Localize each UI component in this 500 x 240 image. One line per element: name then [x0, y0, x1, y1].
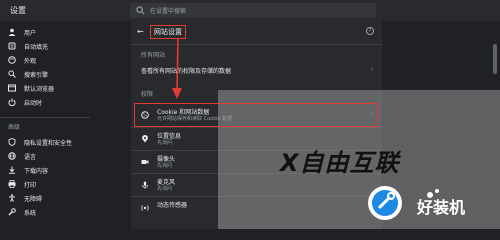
sidebar-item-label: 用户 — [24, 30, 37, 37]
sidebar-section-advanced[interactable]: 高级 — [8, 122, 20, 131]
sidebar-item-label: 自动填充 — [24, 44, 49, 51]
scrollbar-thumb[interactable] — [493, 44, 497, 74]
permission-subtitle: 先询问 — [157, 140, 173, 146]
sidebar-item-label: 下载内容 — [24, 168, 49, 175]
section-permissions: 权限 — [141, 91, 154, 98]
top-bar: 设置 在设置中搜索 — [0, 0, 500, 21]
permission-subtitle: 先询问 — [157, 163, 173, 169]
sidebar-item-label: 启动时 — [24, 100, 43, 107]
download-icon — [9, 166, 15, 174]
watermark-logo: X自由互联 — [280, 149, 400, 177]
sidebar-item-users[interactable]: 用户 — [0, 25, 90, 39]
sidebar-item-search-engine[interactable]: 搜索引擎 — [0, 67, 90, 81]
help-icon[interactable]: ? — [366, 27, 374, 35]
search-icon — [8, 70, 16, 78]
sidebar-item-label: 无障碍 — [24, 196, 43, 203]
search-input[interactable]: 在设置中搜索 — [150, 6, 186, 15]
sensor-icon — [141, 205, 149, 211]
sidebar-item-accessibility[interactable]: 无障碍 — [0, 191, 90, 205]
sidebar-item-label: 打印 — [24, 182, 37, 189]
microphone-icon — [142, 181, 148, 189]
autofill-icon — [8, 42, 16, 50]
browser-icon — [8, 84, 16, 92]
sidebar-item-languages[interactable]: 语言 — [0, 149, 90, 163]
shield-icon — [8, 138, 16, 146]
user-icon — [8, 28, 16, 36]
annotation-arrow — [172, 37, 182, 99]
back-arrow-icon[interactable]: ← — [137, 27, 144, 36]
search-icon — [136, 6, 145, 15]
chevron-right-icon: › — [371, 66, 374, 73]
sidebar-item-system[interactable]: 系统 — [0, 205, 90, 219]
sidebar-item-label: 系统 — [24, 210, 37, 217]
sidebar-item-downloads[interactable]: 下载内容 — [0, 163, 90, 177]
wrench-icon — [8, 208, 16, 216]
watermark-text: 好装机 — [417, 198, 466, 217]
sidebar-item-label: 搜索引擎 — [24, 72, 49, 79]
palette-icon — [8, 56, 16, 64]
all-sites-row[interactable]: 查看所有网站的权限及存储的数据 — [141, 66, 231, 75]
sidebar-item-printing[interactable]: 打印 — [0, 177, 90, 191]
highlight-box — [134, 103, 378, 127]
printer-icon — [8, 180, 16, 188]
sidebar-item-default-browser[interactable]: 默认浏览器 — [0, 81, 90, 95]
sidebar-item-autofill[interactable]: 自动填充 — [0, 39, 90, 53]
search-box[interactable]: 在设置中搜索 — [130, 3, 376, 18]
camera-icon — [141, 160, 149, 164]
permission-subtitle: 先询问 — [157, 186, 173, 192]
sidebar-divider — [0, 117, 90, 118]
sidebar-item-label: 隐私设置和安全性 — [24, 140, 73, 147]
permission-title: 动态传感器 — [157, 202, 188, 209]
header-divider — [131, 44, 382, 45]
section-all-sites: 所有网站 — [141, 52, 166, 59]
sidebar-item-label: 外观 — [24, 58, 37, 65]
accessibility-icon — [9, 194, 15, 202]
sidebar-item-label: 语言 — [24, 154, 37, 161]
sidebar-item-on-startup[interactable]: 启动时 — [0, 95, 90, 109]
location-icon — [142, 135, 148, 143]
app-title: 设置 — [10, 6, 26, 15]
sidebar-item-appearance[interactable]: 外观 — [0, 53, 90, 67]
sidebar-item-label: 默认浏览器 — [24, 86, 55, 93]
sidebar-item-privacy[interactable]: 隐私设置和安全性 — [0, 135, 90, 149]
globe-icon — [8, 152, 16, 160]
sidebar: 用户 自动填充 外观 搜索引擎 默认浏览器 启动时 高级 隐私设置和安全性 语言… — [0, 21, 90, 229]
power-icon — [8, 98, 16, 106]
